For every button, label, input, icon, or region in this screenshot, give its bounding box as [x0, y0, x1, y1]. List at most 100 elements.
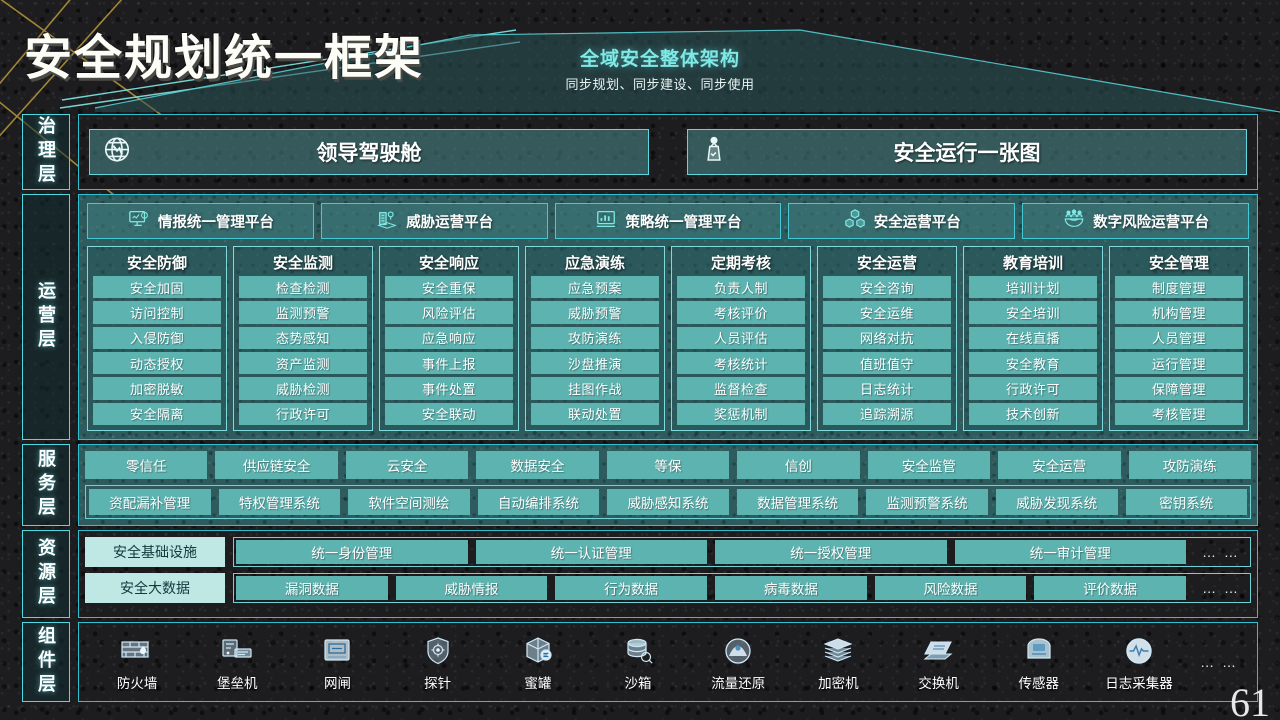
service-chip[interactable]: 安全监管	[867, 451, 991, 479]
resource-chip[interactable]: 评价数据	[1034, 576, 1187, 600]
ops-item[interactable]: 运行管理	[1115, 351, 1243, 375]
resource-chip[interactable]: 行为数据	[555, 576, 708, 600]
ops-item[interactable]: 安全教育	[969, 351, 1097, 375]
resource-chip[interactable]: 统一审计管理	[954, 540, 1186, 564]
service-chip[interactable]: 数据安全	[476, 451, 599, 479]
ops-item[interactable]: 事件处置	[385, 377, 513, 400]
resource-chip[interactable]: 统一认证管理	[475, 540, 707, 564]
resource-chip[interactable]: 威胁情报	[395, 576, 548, 600]
ops-item[interactable]: 沙盘推演	[531, 351, 659, 375]
ops-item[interactable]: 考核统计	[677, 351, 805, 375]
ops-item[interactable]: 检查检测	[239, 276, 367, 299]
ops-item[interactable]: 制度管理	[1115, 276, 1243, 299]
ops-item[interactable]: 机构管理	[1115, 301, 1243, 324]
service-chip[interactable]: 软件空间测绘	[348, 488, 470, 515]
ops-item[interactable]: 安全重保	[385, 276, 513, 299]
component-item-switch[interactable]: 交换机	[889, 632, 989, 692]
resource-row-head[interactable]: 安全大数据	[85, 573, 225, 603]
component-item-bastion-host[interactable]: 堡垒机	[187, 632, 287, 692]
ops-item[interactable]: 追踪溯源	[823, 402, 951, 425]
ops-column-title: 安全防御	[126, 255, 187, 272]
ops-item[interactable]: 安全咨询	[823, 276, 951, 299]
component-item-honeypot[interactable]: 蜜罐	[488, 632, 588, 692]
ops-item[interactable]: 挂图作战	[531, 377, 659, 400]
governance-card-leader-cockpit[interactable]: 领导驾驶舱	[89, 129, 649, 175]
service-chip[interactable]: 攻防演练	[1128, 451, 1251, 479]
ops-item[interactable]: 监督检查	[677, 377, 805, 400]
component-item-log-collector[interactable]: 日志采集器	[1089, 632, 1189, 692]
service-chip[interactable]: 等保	[606, 451, 730, 479]
ops-item[interactable]: 风险评估	[385, 301, 513, 324]
service-chip[interactable]: 威胁发现系统	[995, 488, 1118, 515]
ops-item[interactable]: 安全隔离	[93, 402, 221, 425]
resource-chip[interactable]: 统一身份管理	[236, 540, 468, 564]
ops-item[interactable]: 安全培训	[969, 301, 1097, 324]
service-chip[interactable]: 零信任	[85, 451, 208, 479]
ops-item[interactable]: 态势感知	[239, 326, 367, 349]
service-chip[interactable]: 威胁感知系统	[607, 488, 729, 515]
log-collector-icon	[1119, 632, 1159, 670]
ops-item[interactable]: 应急预案	[531, 276, 659, 299]
ops-item[interactable]: 奖惩机制	[677, 402, 805, 425]
ops-item[interactable]: 技术创新	[969, 402, 1097, 425]
service-chip[interactable]: 信创	[737, 451, 860, 479]
ops-item[interactable]: 保障管理	[1115, 377, 1243, 400]
ops-item[interactable]: 在线直播	[969, 326, 1097, 349]
component-item-network-gate[interactable]: 网闸	[287, 632, 387, 692]
ops-item[interactable]: 行政许可	[969, 377, 1097, 400]
ops-item[interactable]: 入侵防御	[93, 326, 221, 349]
ops-item[interactable]: 联动处置	[531, 402, 659, 425]
ops-item[interactable]: 网络对抗	[823, 326, 951, 349]
ops-item[interactable]: 应急响应	[385, 326, 513, 349]
ops-item[interactable]: 考核管理	[1115, 402, 1243, 425]
ops-item[interactable]: 威胁预警	[531, 301, 659, 324]
service-chip[interactable]: 特权管理系统	[218, 488, 341, 515]
component-item-sensor[interactable]: 传感器	[989, 632, 1089, 692]
service-chip[interactable]: 供应链安全	[215, 451, 338, 479]
service-chip[interactable]: 资配漏补管理	[89, 488, 211, 515]
component-item-sandbox[interactable]: 沙箱	[588, 632, 688, 692]
ops-item[interactable]: 考核评价	[677, 301, 805, 324]
ops-item[interactable]: 动态授权	[93, 351, 221, 375]
ops-item[interactable]: 加密脱敏	[93, 377, 221, 400]
ops-item[interactable]: 安全联动	[385, 402, 513, 425]
resource-row-head[interactable]: 安全基础设施	[85, 537, 225, 567]
ops-item[interactable]: 资产监测	[239, 351, 367, 375]
service-chip[interactable]: 密钥系统	[1125, 488, 1248, 515]
governance-card-security-map[interactable]: 安全运行一张图	[687, 129, 1247, 175]
platform-threat-ops[interactable]: 威胁运营平台	[320, 203, 548, 239]
ops-item[interactable]: 日志统计	[823, 377, 951, 400]
sandbox-icon	[618, 632, 658, 670]
resource-chip[interactable]: 统一授权管理	[715, 540, 947, 564]
component-item-traffic-restore[interactable]: 流量还原	[688, 632, 788, 692]
platform-label: 威胁运营平台	[406, 214, 494, 231]
ops-item[interactable]: 攻防演练	[531, 326, 659, 349]
ops-item[interactable]: 培训计划	[969, 276, 1097, 299]
ops-item[interactable]: 事件上报	[385, 351, 513, 375]
ops-item[interactable]: 人员管理	[1115, 326, 1243, 349]
service-chip[interactable]: 数据管理系统	[736, 488, 859, 515]
ops-item[interactable]: 值班值守	[823, 351, 951, 375]
platform-policy-mgmt[interactable]: 策略统一管理平台	[554, 203, 782, 239]
platform-security-ops[interactable]: 安全运营平台	[788, 203, 1016, 239]
service-chip[interactable]: 自动编排系统	[477, 488, 600, 515]
component-item-probe[interactable]: 探针	[388, 632, 488, 692]
component-item-firewall[interactable]: 防火墙	[87, 632, 187, 692]
service-chip[interactable]: 云安全	[345, 451, 469, 479]
resource-chip[interactable]: 漏洞数据	[236, 576, 388, 600]
service-chip[interactable]: 安全运营	[998, 451, 1121, 479]
ops-item[interactable]: 访问控制	[93, 301, 221, 324]
platform-intel-mgmt[interactable]: 情报统一管理平台	[87, 203, 314, 239]
service-chip[interactable]: 监测预警系统	[866, 488, 988, 515]
resource-chip[interactable]: 病毒数据	[715, 576, 867, 600]
ops-item[interactable]: 监测预警	[239, 301, 367, 324]
platform-digital-risk[interactable]: 数字风险运营平台	[1022, 203, 1249, 239]
ops-item[interactable]: 负责人制	[677, 276, 805, 299]
component-item-encryptor[interactable]: 加密机	[788, 632, 888, 692]
ops-item[interactable]: 威胁检测	[239, 377, 367, 400]
ops-item[interactable]: 人员评估	[677, 326, 805, 349]
ops-item[interactable]: 安全加固	[93, 276, 221, 299]
ops-item[interactable]: 安全运维	[823, 301, 951, 324]
resource-chip[interactable]: 风险数据	[874, 576, 1027, 600]
ops-item[interactable]: 行政许可	[239, 402, 367, 425]
